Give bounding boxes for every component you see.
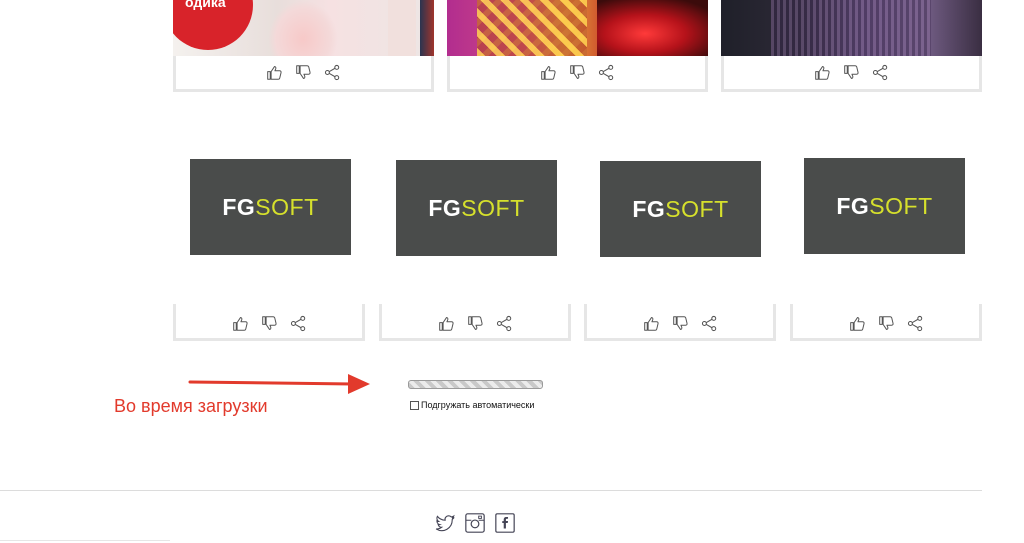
footer-divider <box>0 540 170 541</box>
autoload-label[interactable]: Подгружать автоматически <box>421 400 534 410</box>
card-footer <box>790 304 982 341</box>
product-card <box>721 0 982 92</box>
share-icon[interactable] <box>907 315 924 332</box>
share-icon[interactable] <box>290 315 307 332</box>
card-footer <box>173 304 365 341</box>
logo-fg: FG <box>222 193 256 220</box>
social-links <box>434 512 516 534</box>
fgsoft-logo[interactable]: FG SOFT <box>190 159 351 255</box>
facebook-icon[interactable] <box>494 512 516 534</box>
card-actions <box>724 61 979 83</box>
autoload-checkbox[interactable] <box>410 400 419 410</box>
card-actions <box>176 312 362 334</box>
twitter-icon[interactable] <box>434 512 456 534</box>
logo-soft: SOFT <box>869 192 933 219</box>
thumbs-up-icon[interactable] <box>438 315 455 332</box>
loading-progress-bar <box>408 380 543 389</box>
thumbs-up-icon[interactable] <box>266 64 283 81</box>
logo-fg: FG <box>428 194 462 221</box>
fgsoft-logo[interactable]: FG SOFT <box>396 160 557 256</box>
logo-soft: SOFT <box>665 195 729 222</box>
card-image[interactable]: одика <box>173 0 434 56</box>
image-figure <box>597 0 708 56</box>
share-icon[interactable] <box>598 64 615 81</box>
logo-soft: SOFT <box>461 194 525 221</box>
logo-fg: FG <box>836 192 870 219</box>
product-card <box>447 0 708 92</box>
card-image[interactable] <box>721 0 982 56</box>
logo-fg: FG <box>632 195 666 222</box>
card-image[interactable] <box>447 0 708 56</box>
thumbs-up-icon[interactable] <box>643 315 660 332</box>
card-actions <box>587 312 773 334</box>
thumbs-up-icon[interactable] <box>540 64 557 81</box>
image-figure <box>388 0 416 56</box>
instagram-icon[interactable] <box>464 512 486 534</box>
card-footer <box>584 304 776 341</box>
thumbs-down-icon[interactable] <box>261 315 278 332</box>
thumbs-up-icon[interactable] <box>849 315 866 332</box>
annotation-arrow-icon <box>188 374 370 394</box>
image-pattern <box>771 0 931 56</box>
image-edge <box>420 0 434 56</box>
sale-badge-text: одика <box>185 0 226 10</box>
card-actions <box>176 61 431 83</box>
thumbs-down-icon[interactable] <box>843 64 860 81</box>
product-card: одика <box>173 0 434 92</box>
footer-divider <box>0 490 982 491</box>
thumbs-down-icon[interactable] <box>467 315 484 332</box>
image-figure <box>268 0 338 56</box>
thumbs-up-icon[interactable] <box>814 64 831 81</box>
card-actions <box>793 312 979 334</box>
thumbs-down-icon[interactable] <box>672 315 689 332</box>
annotation-text: Во время загрузки <box>114 396 268 416</box>
logo-soft: SOFT <box>255 193 319 220</box>
card-actions <box>450 61 705 83</box>
fgsoft-logo[interactable]: FG SOFT <box>600 161 761 257</box>
image-pattern <box>477 0 587 56</box>
thumbs-down-icon[interactable] <box>569 64 586 81</box>
card-footer <box>379 304 571 341</box>
autoload-option[interactable]: Подгружать автоматически <box>410 400 534 410</box>
share-icon[interactable] <box>324 64 341 81</box>
share-icon[interactable] <box>701 315 718 332</box>
thumbs-down-icon[interactable] <box>295 64 312 81</box>
card-actions <box>382 312 568 334</box>
fgsoft-logo[interactable]: FG SOFT <box>804 158 965 254</box>
thumbs-up-icon[interactable] <box>232 315 249 332</box>
share-icon[interactable] <box>496 315 513 332</box>
share-icon[interactable] <box>872 64 889 81</box>
thumbs-down-icon[interactable] <box>878 315 895 332</box>
